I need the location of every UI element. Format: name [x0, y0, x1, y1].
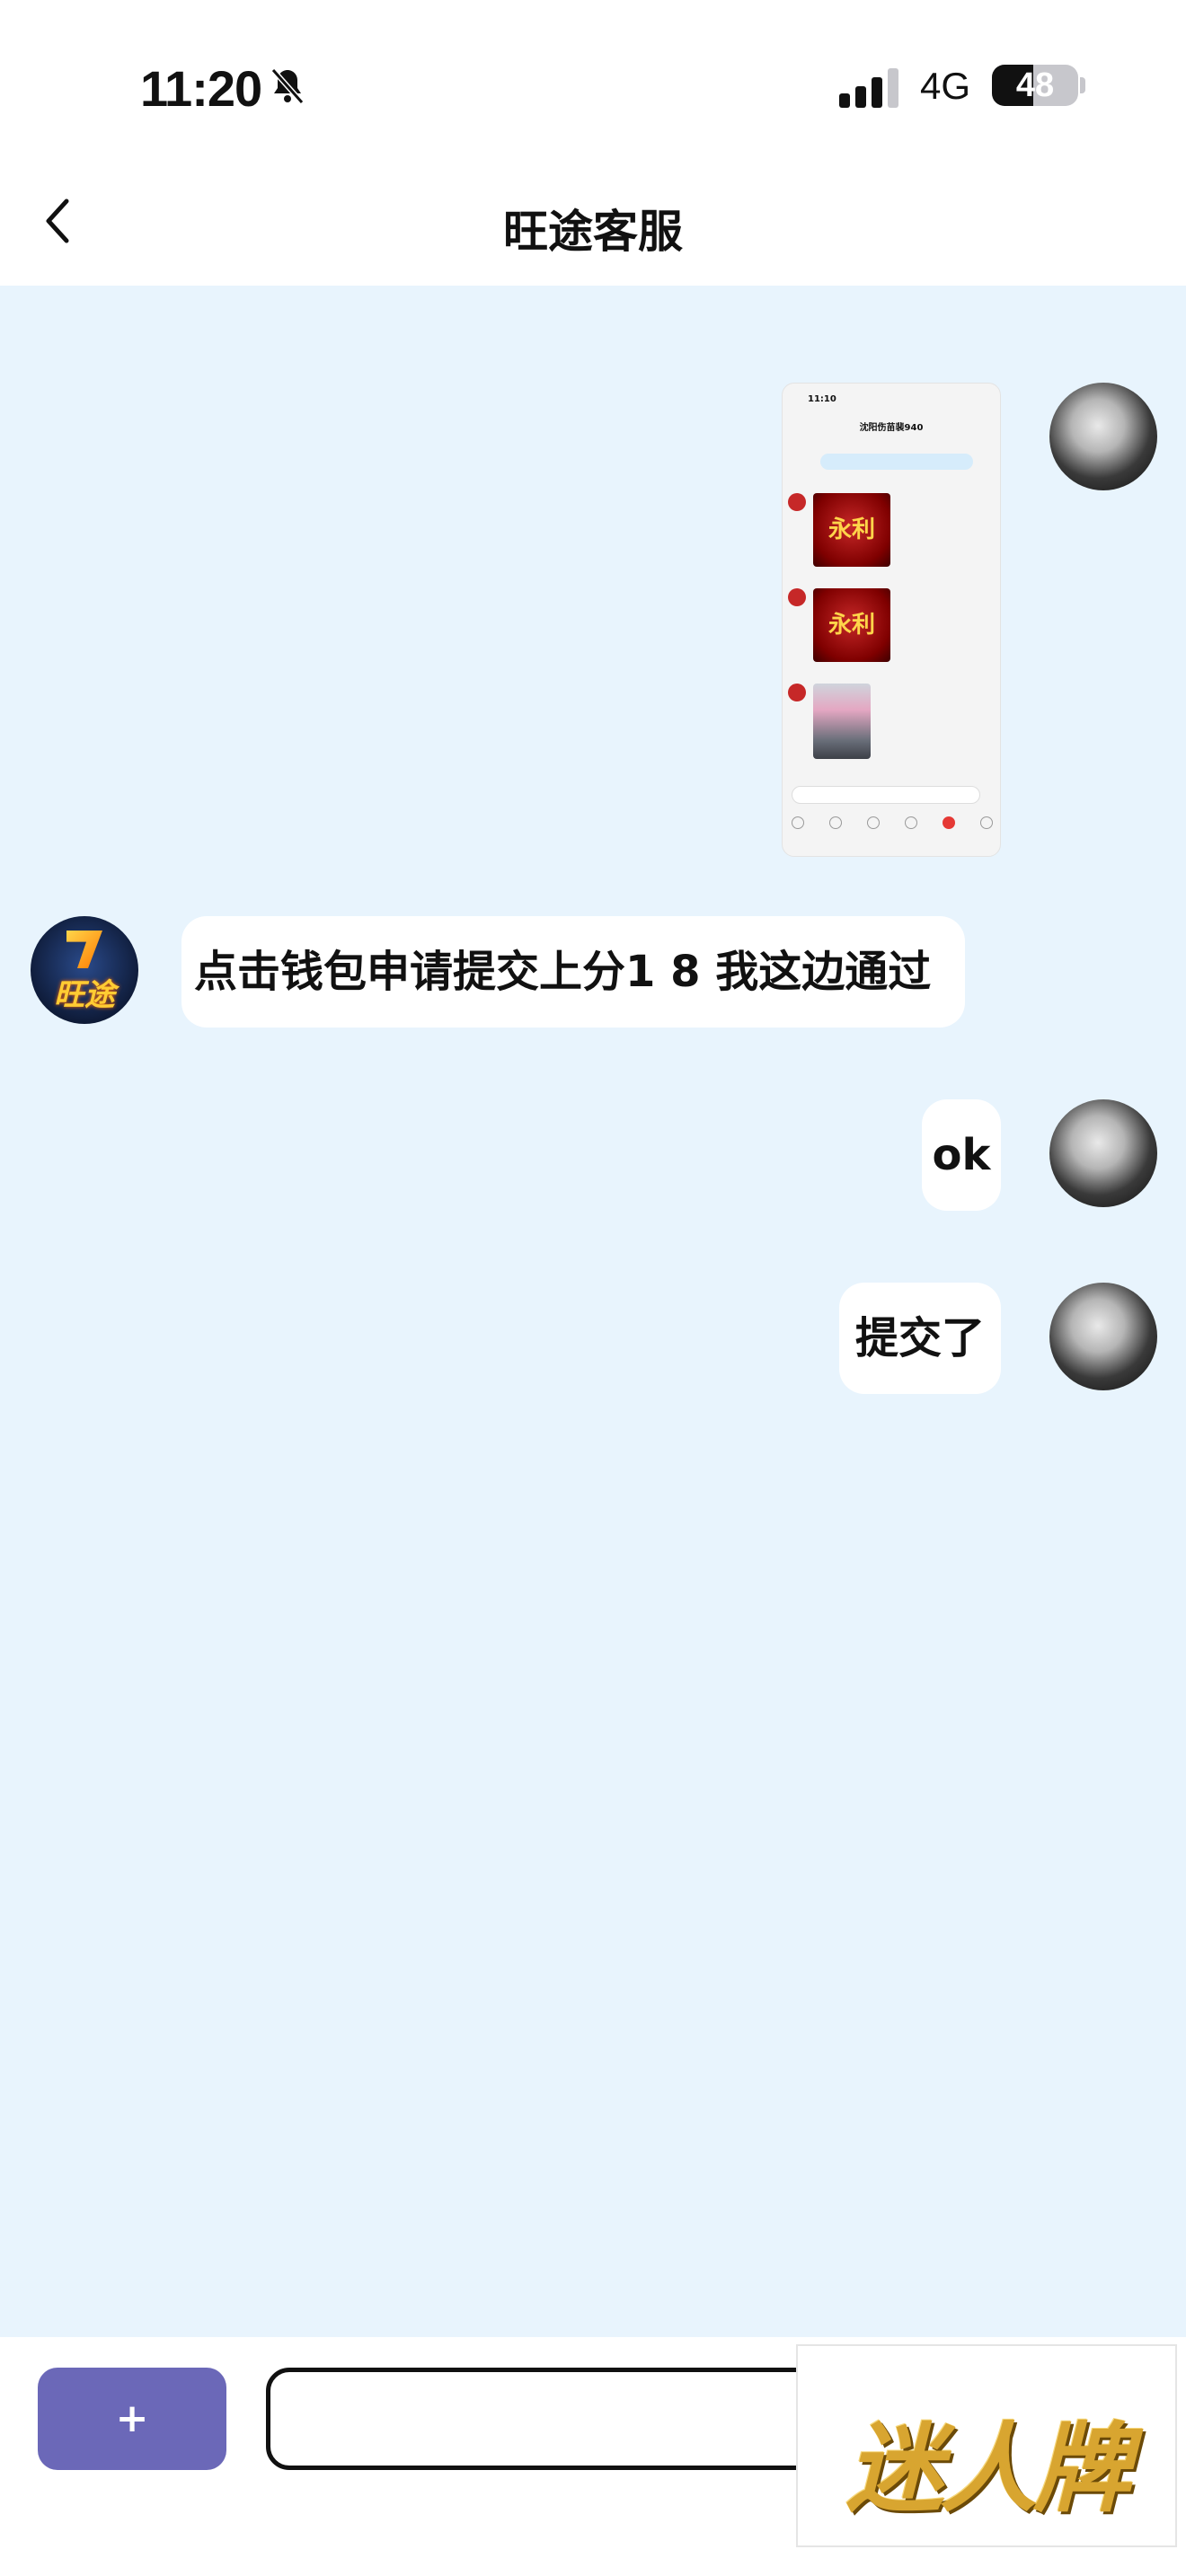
thumbnail-input — [792, 786, 980, 804]
user-avatar[interactable] — [1049, 1283, 1157, 1390]
battery-percent: 48 — [1015, 66, 1055, 104]
thumbnail-avatar — [788, 588, 806, 606]
page-title: 旺途客服 — [503, 206, 683, 258]
message-text: 提交了 — [854, 1313, 985, 1363]
thumbnail-toolbar — [792, 816, 993, 834]
watermark-logo: 迷人牌 — [796, 2344, 1177, 2547]
agent-logo-mark — [66, 931, 102, 968]
image-message-thumbnail[interactable]: 11:10 沈阳伤苗裴940 永利 永利 — [782, 383, 1001, 857]
battery-indicator: 48 — [992, 65, 1078, 106]
agent-message-bubble[interactable]: 点击钱包申请提交上分1 8 我这边通过 — [181, 916, 965, 1028]
user-avatar[interactable] — [1049, 383, 1157, 490]
thumbnail-bubble — [820, 454, 973, 470]
message-text: ok — [932, 1130, 991, 1180]
thumbnail-promo-card: 永利 — [813, 588, 890, 662]
input-bar: + 迷人牌 — [0, 2337, 1186, 2576]
user-message-bubble[interactable]: ok — [922, 1099, 1001, 1211]
thumbnail-promo-card: 永利 — [813, 493, 890, 567]
agent-avatar-label: 旺途 — [54, 977, 115, 1013]
watermark-text: 迷人牌 — [845, 2413, 1130, 2526]
thumbnail-avatar — [788, 493, 806, 511]
user-message-bubble[interactable]: 提交了 — [839, 1283, 1001, 1394]
network-type: 4G — [920, 65, 971, 107]
battery-cap — [1080, 77, 1085, 93]
status-bar: 11:20 4G 48 — [0, 0, 1186, 171]
signal-strength-icon — [839, 68, 898, 108]
thumbnail-avatar — [788, 684, 806, 701]
silent-bell-icon — [270, 68, 305, 104]
thumbnail-status-time: 11:10 — [808, 394, 836, 404]
message-list[interactable]: 11:10 沈阳伤苗裴940 永利 永利 旺途 点击钱包申请提交上分1 8 我这… — [0, 286, 1186, 2337]
user-avatar[interactable] — [1049, 1099, 1157, 1207]
nav-bar: 旺途客服 — [0, 171, 1186, 286]
thumbnail-chat-title: 沈阳伤苗裴940 — [859, 423, 924, 433]
message-text: 点击钱包申请提交上分1 8 我这边通过 — [194, 947, 932, 997]
thumbnail-photo — [813, 684, 871, 759]
agent-avatar[interactable]: 旺途 — [31, 916, 138, 1024]
add-attachment-button[interactable]: + — [38, 2368, 226, 2470]
status-time: 11:20 — [140, 60, 262, 117]
chat-screen: 11:20 4G 48 旺途客服 11:10 沈阳伤苗裴940 永利 永利 旺途… — [0, 0, 1186, 2576]
